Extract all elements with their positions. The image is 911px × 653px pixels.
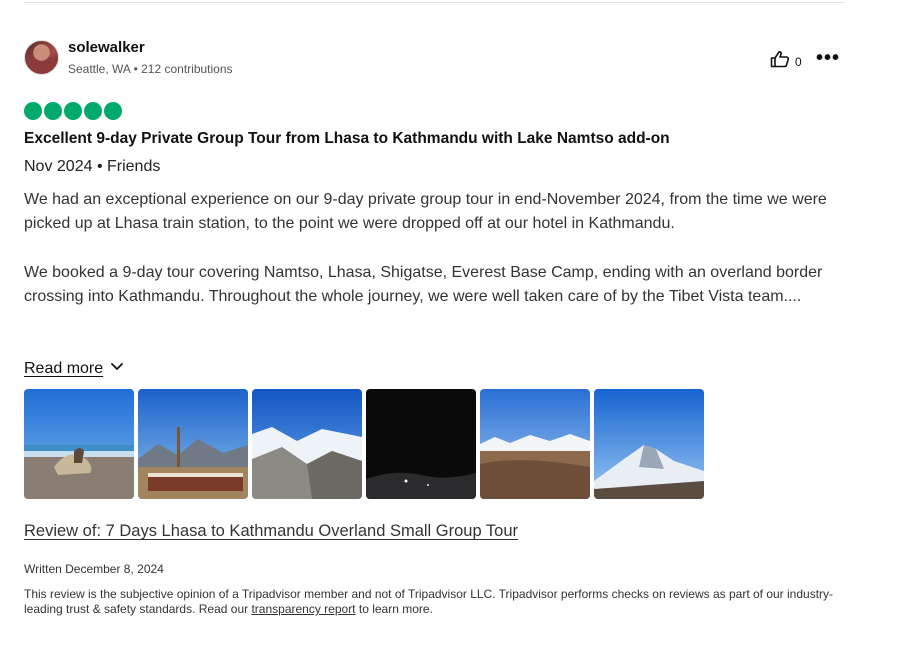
rating-bubble — [44, 102, 62, 120]
review-photos — [24, 389, 704, 499]
rating-bubble — [64, 102, 82, 120]
disclaimer: This review is the subjective opinion of… — [24, 587, 844, 617]
photo-everest[interactable] — [594, 389, 704, 499]
review-paragraph: We had an exceptional experience on our … — [24, 191, 827, 233]
rating-bubble — [24, 102, 42, 120]
written-date: Written December 8, 2024 — [24, 562, 164, 576]
photo-glacier[interactable] — [252, 389, 362, 499]
transparency-report-link[interactable]: transparency report — [251, 602, 355, 616]
review-date-trip-type: Nov 2024 • Friends — [24, 158, 161, 175]
review-title[interactable]: Excellent 9-day Private Group Tour from … — [24, 130, 670, 148]
disclaimer-text-end: to learn more. — [355, 602, 433, 616]
photo-monastery-flagpole[interactable] — [138, 389, 248, 499]
rating-bubble — [104, 102, 122, 120]
rating-bubble — [84, 102, 102, 120]
review-of-link[interactable]: Review of: 7 Days Lhasa to Kathmandu Ove… — [24, 522, 518, 541]
reviewer-name[interactable]: solewalker — [68, 39, 145, 56]
more-options-icon: ••• — [816, 47, 841, 69]
helpful-count: 0 — [795, 54, 802, 69]
review-body: We had an exceptional experience on our … — [24, 188, 834, 309]
review-paragraph: We booked a 9-day tour covering Namtso, … — [24, 263, 823, 306]
rating-bubbles — [24, 102, 122, 120]
photo-lake-shore[interactable] — [24, 389, 134, 499]
thumbs-up-icon — [770, 50, 790, 73]
chevron-down-icon — [109, 358, 125, 379]
read-more-button[interactable]: Read more — [24, 358, 125, 379]
photo-mountain-valley[interactable] — [480, 389, 590, 499]
helpful-vote-button[interactable]: 0 — [770, 50, 802, 73]
more-options-button[interactable]: ••• — [816, 47, 841, 69]
top-divider — [24, 2, 845, 3]
photo-night-sky[interactable] — [366, 389, 476, 499]
read-more-label: Read more — [24, 359, 104, 377]
reviewer-meta: Seattle, WA • 212 contributions — [68, 62, 233, 76]
avatar[interactable] — [24, 40, 59, 75]
